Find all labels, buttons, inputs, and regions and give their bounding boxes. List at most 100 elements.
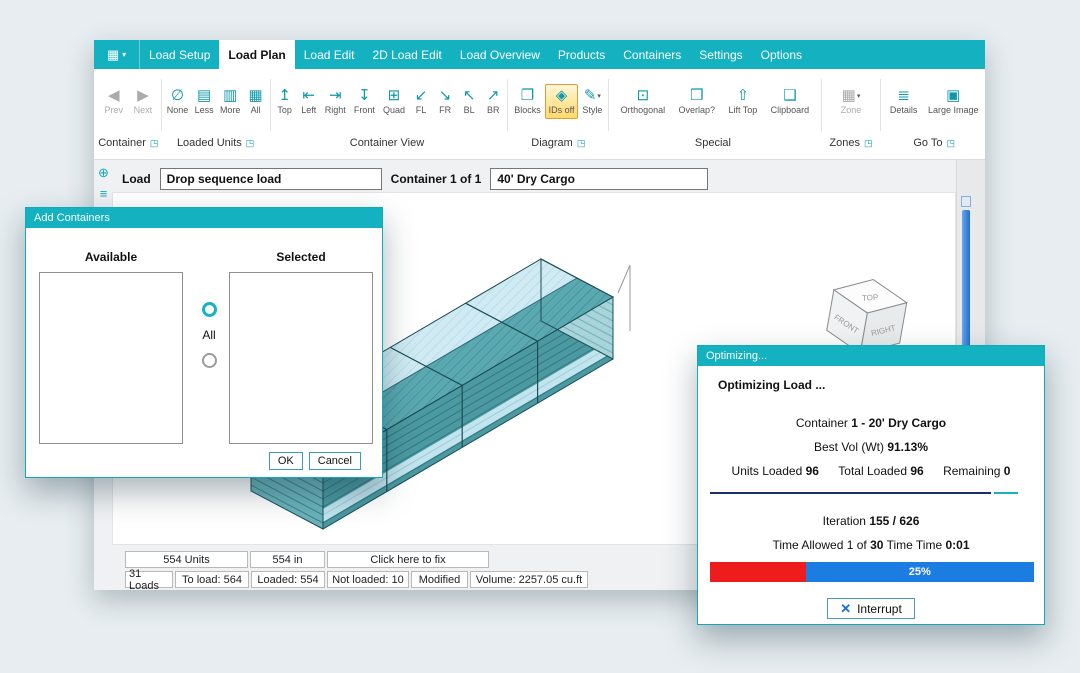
toolbar-separator [880, 79, 881, 131]
available-listbox[interactable] [39, 272, 183, 444]
toolbar-button-label: Quad [383, 105, 405, 115]
dialog-launcher-icon[interactable]: ◳ [246, 138, 255, 149]
menu-item[interactable]: Options [752, 40, 811, 69]
container-line: Container 1 - 20' Dry Cargo [698, 416, 1044, 430]
time-allowed-label: Time Allowed 1 of [772, 538, 870, 552]
dialog-launcher-icon[interactable]: ◳ [864, 138, 873, 149]
menu-item[interactable]: Load Setup [140, 40, 219, 69]
toolbar-button-icon: ❑ [783, 88, 796, 104]
toolbar-button-label: Details [890, 105, 918, 115]
radio-selected[interactable] [202, 302, 217, 317]
toolbar-button[interactable]: ⊞ Quad [379, 84, 409, 119]
radio-unselected[interactable] [202, 353, 217, 368]
fix-link-cell[interactable]: Click here to fix [327, 551, 489, 568]
best-vol-label: Best Vol (Wt) [814, 440, 887, 454]
toolbar-button[interactable]: ✎▾ Style [578, 84, 606, 119]
menu-item-label: Containers [623, 48, 681, 62]
menu-item[interactable]: 2D Load Edit [363, 40, 450, 69]
container-line-value: 1 - 20' Dry Cargo [851, 416, 946, 430]
progress-red [710, 562, 806, 582]
list-item[interactable] [230, 277, 372, 279]
toolbar-button[interactable]: ⊡ Orthogonal [617, 84, 670, 119]
toolbar-button[interactable]: ↧ Front [350, 84, 379, 119]
toolbar-button[interactable]: ◈ IDs off [545, 84, 579, 119]
menu-item[interactable]: Settings [690, 40, 751, 69]
dialog-body: Available Selected All OK Cancel [26, 228, 382, 477]
remaining-value: 0 [1004, 464, 1011, 478]
volume-cell: Volume: 2257.05 cu.ft [470, 571, 588, 588]
interrupt-button[interactable]: ✕ Interrupt [827, 598, 915, 619]
toolbar-button-icon: ◀ [108, 88, 120, 104]
toolbar-button-label: Overlap? [679, 105, 716, 115]
toolbar-button[interactable]: ❒ Overlap? [675, 84, 720, 119]
toolbar-button[interactable]: ⇧ Lift Top [724, 84, 761, 119]
toolbar-button[interactable]: ≣ Details [886, 84, 922, 119]
menu-item-label: Load Edit [304, 48, 355, 62]
toolbar-button-icon: ↥ [278, 88, 291, 104]
toolbar-group-zones: ▦▾ Zone Zones◳ [824, 71, 879, 159]
toolbar-button[interactable]: ↥ Top [273, 84, 297, 119]
dropdown-caret-icon: ▾ [597, 92, 601, 100]
menu-item-label: Products [558, 48, 605, 62]
group-label: Container View [350, 137, 424, 149]
load-label: Load [122, 172, 151, 186]
toolbar-button[interactable]: ⇤ Left [297, 84, 321, 119]
toolbar-button-icon: ⇧ [737, 88, 750, 104]
toolbar-button[interactable]: ▤ Less [191, 84, 216, 119]
menu-item[interactable]: Load Edit [295, 40, 364, 69]
toolbar-button[interactable]: ◀ Prev [101, 84, 128, 119]
menu-item[interactable]: Containers [614, 40, 690, 69]
dialog-launcher-icon[interactable]: ◳ [947, 138, 956, 149]
container-input[interactable] [490, 168, 708, 190]
load-input[interactable] [160, 168, 382, 190]
toolbar-button[interactable]: ▣ Large Image [924, 84, 983, 119]
progress-blue: 25% [806, 562, 1034, 582]
menu-item[interactable]: Load Overview [451, 40, 549, 69]
optimizing-dialog: Optimizing... Optimizing Load ... Contai… [697, 345, 1045, 625]
app-grid-icon: ▦ [107, 47, 119, 63]
list-icon[interactable]: ≡ [100, 187, 108, 201]
toolbar-button-icon: ✎ [584, 88, 597, 104]
toolbar-button[interactable]: ▶ Next [130, 84, 157, 119]
toolbar-separator [507, 79, 508, 131]
time-label: Time Time [883, 538, 945, 552]
modified-cell: Modified [411, 571, 468, 588]
toolbar-button-label: Prev [105, 105, 124, 115]
status-row-units: 554 Units 554 in Click here to fix [125, 551, 489, 568]
toolbar-button[interactable]: ∅ None [164, 84, 192, 119]
toolbar-button[interactable]: ▦ All [244, 84, 268, 119]
list-item[interactable] [40, 289, 182, 291]
app-menu-button[interactable]: ▦ ▾ [94, 40, 140, 69]
toolbar-button[interactable]: ↖ BL [457, 84, 481, 119]
units-measure-cell: 554 in [250, 551, 325, 568]
selected-listbox[interactable] [229, 272, 373, 444]
toolbar-button[interactable]: ↙ FL [409, 84, 433, 119]
toolbar-button-label: More [220, 105, 241, 115]
toolbar-button[interactable]: ↘ FR [433, 84, 457, 119]
toolbar-button[interactable]: ❐ Blocks [510, 84, 544, 119]
dialog-launcher-icon[interactable]: ◳ [150, 138, 159, 149]
toolbar-button-icon: ↙ [415, 88, 428, 104]
toolbar-button-icon: ❐ [521, 88, 534, 104]
toolbar-button[interactable]: ▥ More [217, 84, 244, 119]
container-line-label: Container [796, 416, 851, 430]
menu-item[interactable]: Products [549, 40, 614, 69]
menu-item[interactable]: Load Plan [219, 40, 294, 69]
dialog-titlebar[interactable]: Add Containers [26, 208, 382, 228]
toolbar-button[interactable]: ⇥ Right [321, 84, 350, 119]
toolbar-group-container: ◀ Prev ▶ Next Container◳ [98, 71, 159, 159]
toolbar-button-label: None [167, 105, 189, 115]
close-x-icon: ✕ [840, 601, 851, 617]
toolbar-button-icon: ≣ [897, 88, 910, 104]
toolbar-button[interactable]: ↗ BR [481, 84, 505, 119]
toolbar-button[interactable]: ▦▾ Zone [837, 84, 866, 119]
iteration-label: Iteration [823, 514, 870, 528]
cancel-button[interactable]: Cancel [309, 452, 361, 470]
dialog-titlebar[interactable]: Optimizing... [698, 346, 1044, 366]
dialog-launcher-icon[interactable]: ◳ [577, 138, 586, 149]
toolbar-button[interactable]: ❑ Clipboard [767, 84, 814, 119]
zoom-slider-handle[interactable] [961, 196, 971, 207]
ok-button[interactable]: OK [269, 452, 303, 470]
units-loaded-label: Units Loaded [732, 464, 806, 478]
add-circle-icon[interactable]: ⊕ [98, 166, 109, 180]
